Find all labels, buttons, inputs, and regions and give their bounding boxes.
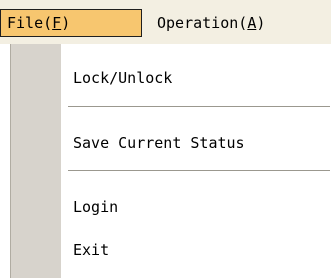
menu-item-save-current-status[interactable]: Save Current Status — [73, 128, 245, 158]
menu-item-exit[interactable]: Exit — [73, 235, 109, 265]
menu-icon-gutter — [11, 44, 61, 278]
menu-operation-label: Operation — [157, 14, 239, 32]
menu-file-mnemonic: F — [52, 14, 62, 32]
menu-separator — [68, 106, 330, 110]
menu-item-lock-unlock[interactable]: Lock/Unlock — [73, 63, 172, 93]
menu-bar: File(F) Operation(A) — [0, 0, 331, 44]
menu-item-login[interactable]: Login — [73, 192, 118, 222]
file-dropdown-menu: Lock/Unlock Save Current Status Login Ex… — [10, 44, 331, 278]
menu-separator — [68, 170, 330, 174]
menu-operation[interactable]: Operation(A) — [153, 9, 265, 37]
menu-file-label: File — [7, 14, 44, 32]
menu-file[interactable]: File(F) — [0, 9, 142, 37]
menu-operation-mnemonic: A — [247, 14, 257, 32]
menu-item-label: Exit — [73, 241, 110, 259]
menu-item-label: Lock/Unlock — [73, 69, 173, 87]
menu-item-label: Login — [73, 198, 119, 216]
menu-item-label: Save Current Status — [73, 134, 245, 152]
